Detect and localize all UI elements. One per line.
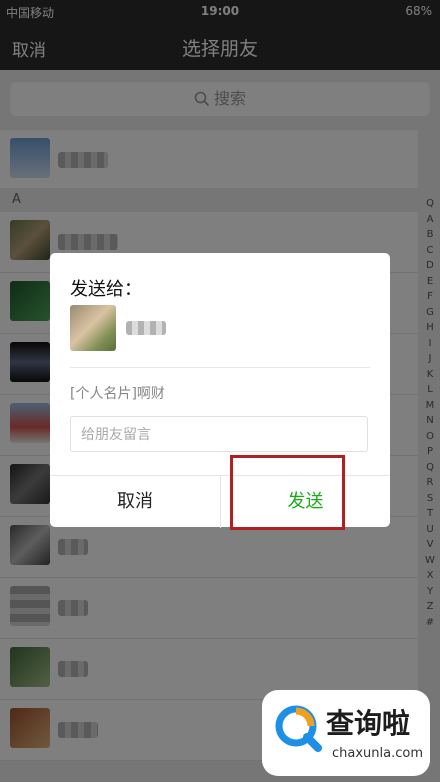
watermark-domain: chaxunla.com [332, 746, 423, 761]
dialog-title: 发送给： [70, 279, 142, 300]
watermark: 查询啦 chaxunla.com [262, 690, 430, 776]
highlight-box [230, 455, 345, 530]
cancel-button[interactable]: 取消 [50, 476, 220, 528]
divider [70, 367, 370, 368]
message-input[interactable]: 给朋友留言 [70, 416, 368, 452]
watermark-title: 查询啦 [326, 707, 411, 740]
recipient-name [126, 321, 166, 335]
card-preview-text: [个人名片]啊财 [70, 386, 165, 402]
magnifier-logo-icon [275, 705, 322, 752]
recipient-avatar [70, 305, 116, 351]
